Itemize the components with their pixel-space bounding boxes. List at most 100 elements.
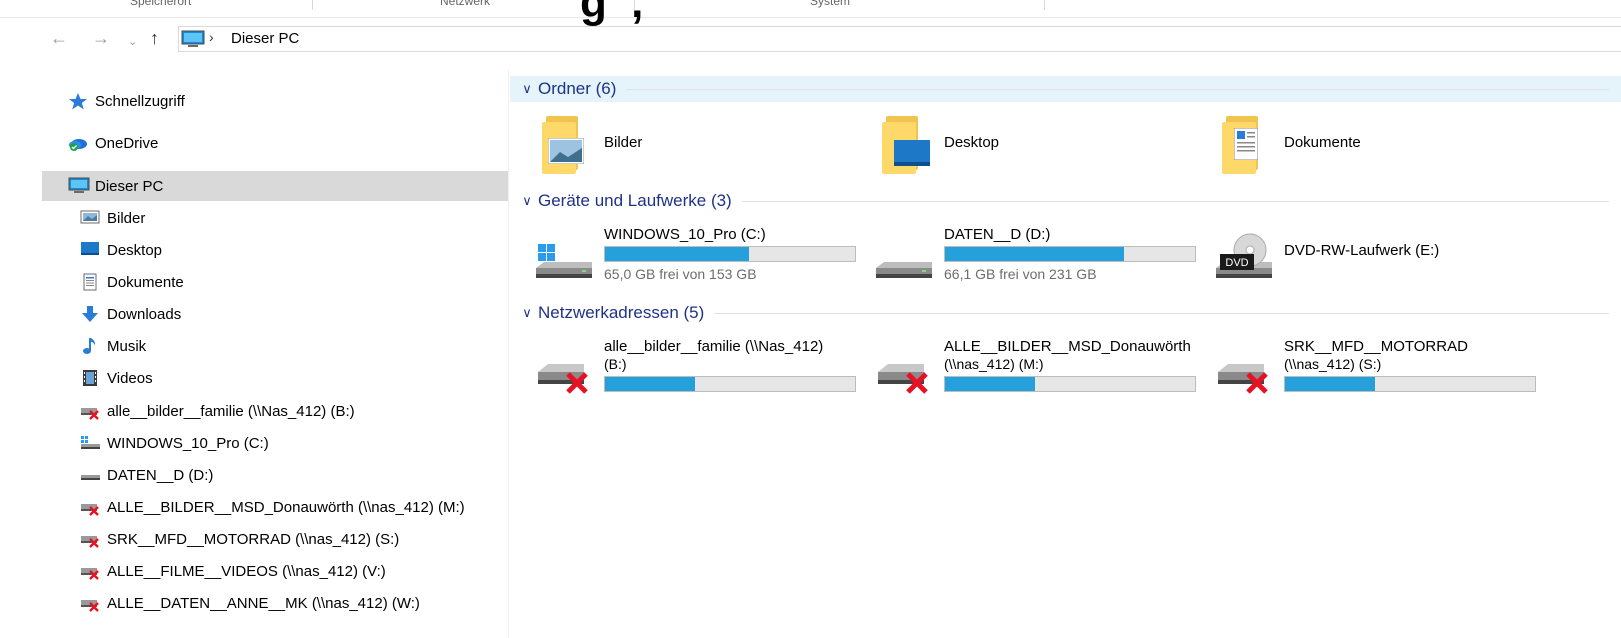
sidebar-item-music[interactable]: Musik [42, 331, 508, 361]
pictures-folder-icon [542, 116, 598, 174]
chevron-down-icon[interactable]: ∨ [518, 81, 536, 97]
sidebar-item-label: Downloads [107, 305, 182, 323]
sidebar-item-label: SRK__MFD__MOTORRAD (\\nas_412) (S:) [107, 530, 400, 548]
drive-capacity-fill [605, 247, 749, 261]
network-capacity-fill [1285, 377, 1375, 391]
drive-tile-e[interactable]: DVD DVD-RW-Laufwerk (E:) [1216, 224, 1546, 284]
drive-free-space: 65,0 GB frei von 153 GB [604, 266, 757, 282]
group-header-network[interactable]: ∨ Netzwerkadressen (5) [510, 300, 1621, 326]
network-capacity-bar [1284, 376, 1536, 392]
sidebar-item-label: Dokumente [107, 273, 184, 291]
sidebar-item-network-drive-w[interactable]: ALLE__DATEN__ANNE__MK (\\nas_412) (W:) [42, 588, 508, 618]
windows-drive-icon [536, 244, 592, 278]
disconnected-network-drive-icon [538, 364, 588, 394]
group-divider [741, 200, 1609, 202]
sidebar-item-label: OneDrive [95, 134, 159, 152]
folder-tile-desktop[interactable]: Desktop [882, 116, 1212, 176]
network-capacity-bar [944, 376, 1196, 392]
ribbon-separator [1044, 0, 1045, 10]
drive-tile-c[interactable]: WINDOWS_10_Pro (C:) 65,0 GB frei von 153… [536, 224, 866, 284]
dvd-icon-label: DVD [1225, 257, 1248, 269]
network-location-tile-m[interactable]: ALLE__BILDER__MSD_Donauwörth (\\nas_412)… [876, 336, 1206, 396]
this-pc-icon [181, 30, 205, 51]
sidebar-item-videos[interactable]: Videos [42, 363, 508, 393]
up-arrow-icon[interactable]: ↑ [150, 28, 159, 48]
recent-locations-chevron-icon[interactable]: ⌄ [128, 32, 137, 52]
sidebar-item-this-pc[interactable]: Dieser PC [42, 171, 508, 201]
network-location-name: SRK__MFD__MOTORRAD [1284, 338, 1468, 355]
network-capacity-bar [604, 376, 856, 392]
content-pane: ∨ Ordner (6) Bilder Desktop Dokumente ∨ … [510, 70, 1621, 638]
drive-capacity-bar [944, 246, 1196, 262]
chevron-down-icon[interactable]: ∨ [518, 193, 536, 209]
sidebar-item-label: ALLE__FILME__VIDEOS (\\nas_412) (V:) [107, 562, 386, 580]
group-header-devices[interactable]: ∨ Geräte und Laufwerke (3) [510, 188, 1621, 214]
breadcrumb-chevron-icon[interactable]: › [209, 29, 214, 45]
ribbon-strip: Speicherort Netzwerk System [0, 0, 1621, 18]
pictures-icon [80, 209, 100, 227]
disconnected-network-drive-icon [1218, 364, 1268, 394]
group-header-folders[interactable]: ∨ Ordner (6) [510, 76, 1621, 102]
sidebar-item-onedrive[interactable]: OneDrive [42, 128, 508, 158]
desktop-folder-icon [882, 116, 938, 174]
sidebar-item-label: WINDOWS_10_Pro (C:) [107, 434, 269, 452]
drive-free-space: 66,1 GB frei von 231 GB [944, 266, 1097, 282]
network-location-tile-b[interactable]: alle__bilder__familie (\\Nas_412) (B:) [536, 336, 866, 396]
sidebar-item-label: DATEN__D (D:) [107, 466, 214, 484]
network-capacity-fill [945, 377, 1035, 391]
disconnected-network-drive-icon [80, 530, 100, 548]
sidebar-item-network-drive-s[interactable]: SRK__MFD__MOTORRAD (\\nas_412) (S:) [42, 524, 508, 554]
sidebar-item-label: Musik [107, 337, 147, 355]
network-location-name-line2: (\\nas_412) (M:) [944, 356, 1044, 372]
sidebar-item-pictures[interactable]: Bilder [42, 203, 508, 233]
star-icon [68, 92, 88, 110]
dvd-drive-icon: DVD [1216, 233, 1272, 278]
sidebar-item-drive-d[interactable]: DATEN__D (D:) [42, 460, 508, 490]
sidebar-item-network-drive-b[interactable]: alle__bilder__familie (\\Nas_412) (B:) [42, 396, 508, 426]
sidebar-item-documents[interactable]: Dokumente [42, 267, 508, 297]
ribbon-label-system[interactable]: System [810, 0, 850, 8]
network-location-name-line2: (B:) [604, 356, 627, 372]
ribbon-label-location[interactable]: Speicherort [130, 0, 191, 8]
this-pc-icon [68, 177, 90, 195]
address-bar[interactable]: › Dieser PC [178, 26, 1621, 52]
drive-capacity-bar [604, 246, 856, 262]
documents-icon [80, 273, 100, 291]
windows-drive-icon [80, 434, 100, 452]
network-location-tile-s[interactable]: SRK__MFD__MOTORRAD (\\nas_412) (S:) [1216, 336, 1546, 396]
disconnected-network-drive-icon [878, 364, 928, 394]
breadcrumb-this-pc[interactable]: Dieser PC [231, 30, 299, 47]
disconnected-network-drive-icon [80, 562, 100, 580]
ribbon-separator [312, 0, 313, 10]
folder-tile-documents[interactable]: Dokumente [1222, 116, 1552, 176]
back-arrow-icon[interactable]: ← [50, 28, 68, 48]
sidebar-item-label: Bilder [107, 209, 146, 227]
videos-icon [80, 369, 100, 387]
sidebar-item-desktop[interactable]: Desktop [42, 235, 508, 265]
drive-name: DVD-RW-Laufwerk (E:) [1284, 242, 1440, 259]
sidebar-item-quick-access[interactable]: Schnellzugriff [42, 86, 508, 116]
sidebar-item-downloads[interactable]: Downloads [42, 299, 508, 329]
pane-divider[interactable] [508, 70, 509, 638]
sidebar-item-network-drive-m[interactable]: ALLE__BILDER__MSD_Donauwörth (\\nas_412)… [42, 492, 508, 522]
disconnected-network-drive-icon [80, 498, 100, 516]
sidebar-item-network-drive-v[interactable]: ALLE__FILME__VIDEOS (\\nas_412) (V:) [42, 556, 508, 586]
music-icon [80, 337, 100, 355]
folder-tile-pictures[interactable]: Bilder [542, 116, 872, 176]
drive-name: DATEN__D (D:) [944, 226, 1051, 243]
drive-tile-d[interactable]: DATEN__D (D:) 66,1 GB frei von 231 GB [876, 224, 1206, 284]
network-location-name: alle__bilder__familie (\\Nas_412) [604, 338, 824, 355]
forward-arrow-icon[interactable]: → [92, 28, 110, 48]
group-divider [626, 88, 1609, 90]
folder-name: Dokumente [1284, 134, 1361, 151]
sidebar-item-drive-c[interactable]: WINDOWS_10_Pro (C:) [42, 428, 508, 458]
sidebar-item-label: Dieser PC [95, 177, 164, 195]
sidebar-item-label: alle__bilder__familie (\\Nas_412) (B:) [107, 402, 355, 420]
onedrive-cloud-icon [68, 134, 88, 152]
chevron-down-icon[interactable]: ∨ [518, 305, 536, 321]
ribbon-label-network[interactable]: Netzwerk [440, 0, 490, 8]
sidebar-item-label: Schnellzugriff [95, 92, 185, 110]
drive-icon [876, 262, 932, 278]
folder-name: Desktop [944, 134, 1000, 151]
disconnected-network-drive-icon [80, 594, 100, 612]
